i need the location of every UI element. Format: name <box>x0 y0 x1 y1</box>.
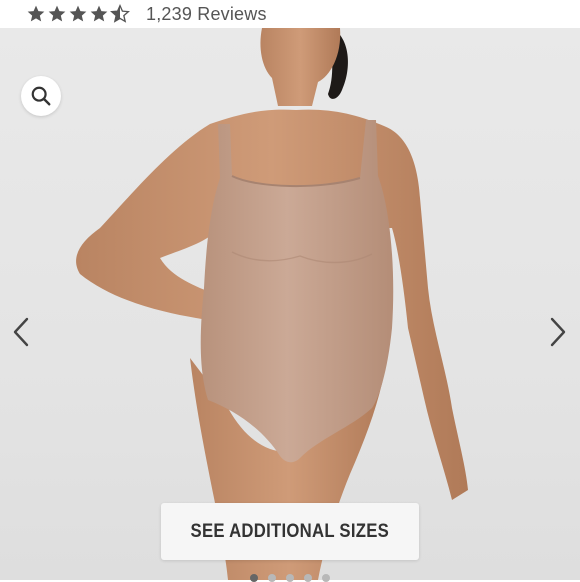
image-pagination[interactable] <box>0 574 580 582</box>
product-photo <box>76 28 468 580</box>
pagination-dot[interactable] <box>268 574 276 582</box>
see-additional-sizes-button[interactable]: SEE ADDITIONAL SIZES <box>161 503 419 560</box>
search-icon <box>31 86 51 106</box>
chevron-left-icon <box>13 317 29 347</box>
rating-bar: 1,239 Reviews <box>0 0 580 28</box>
star-half-icon <box>110 4 130 23</box>
star-rating[interactable] <box>26 4 130 24</box>
product-image-gallery[interactable] <box>0 28 580 580</box>
see-additional-sizes-label: SEE ADDITIONAL SIZES <box>190 520 390 542</box>
chevron-right-icon <box>550 317 566 347</box>
next-image-button[interactable] <box>543 316 573 348</box>
review-count-link[interactable]: 1,239 Reviews <box>146 4 267 25</box>
pagination-dot[interactable] <box>250 574 258 582</box>
pagination-dot[interactable] <box>286 574 294 582</box>
pagination-dot[interactable] <box>322 574 330 582</box>
star-full-icon <box>27 5 45 22</box>
previous-image-button[interactable] <box>6 316 36 348</box>
search-button[interactable] <box>21 76 61 116</box>
star-full-icon <box>48 5 66 22</box>
star-full-icon <box>69 5 87 22</box>
star-full-icon <box>90 5 108 22</box>
pagination-dot[interactable] <box>304 574 312 582</box>
